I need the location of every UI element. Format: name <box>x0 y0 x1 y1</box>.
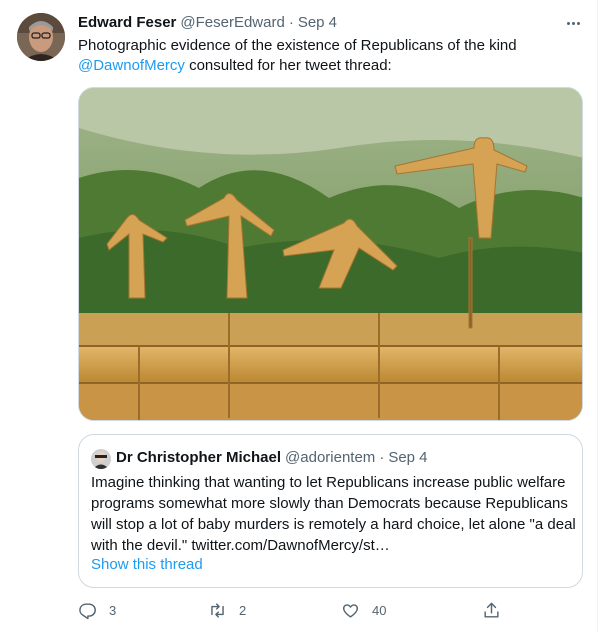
more-icon <box>576 21 580 25</box>
like-count: 40 <box>372 602 387 618</box>
tweet-text: Photographic evidence of the existence o… <box>78 36 578 76</box>
retweet-button[interactable]: 2 <box>208 598 246 622</box>
quoted-tweet[interactable]: Dr Christopher Michael @adorientem · Sep… <box>78 434 583 588</box>
author-name[interactable]: Edward Feser <box>78 13 176 33</box>
like-icon <box>342 603 359 618</box>
header-separator: · <box>288 14 294 31</box>
quoted-header: Dr Christopher Michael @adorientem · Sep… <box>116 448 428 468</box>
quoted-avatar[interactable] <box>91 449 111 469</box>
reply-icon <box>79 602 96 619</box>
author-handle[interactable]: @FeserEdward <box>180 13 284 33</box>
tweet-photo[interactable] <box>78 87 583 421</box>
tweet-date[interactable]: Sep 4 <box>298 13 337 33</box>
like-button[interactable]: 40 <box>341 598 386 622</box>
quoted-author-name[interactable]: Dr Christopher Michael <box>116 448 281 468</box>
quoted-date[interactable]: Sep 4 <box>388 448 427 468</box>
retweet-count: 2 <box>239 602 247 618</box>
share-button[interactable] <box>482 598 501 622</box>
show-thread-link[interactable]: Show this thread <box>91 555 203 575</box>
mention-link[interactable]: @DawnofMercy <box>78 57 185 74</box>
action-bar: 3 2 40 <box>78 598 583 622</box>
quoted-text: Imagine thinking that wanting to let Rep… <box>91 474 576 554</box>
quoted-author-handle[interactable]: @adorientem <box>285 448 375 468</box>
share-icon <box>484 602 499 618</box>
tweet[interactable]: Edward Feser @FeserEdward · Sep 4 Photog… <box>0 0 598 631</box>
more-icon <box>566 21 570 25</box>
tweet-text-before: Photographic evidence of the existence o… <box>78 37 517 54</box>
retweet-icon <box>211 602 224 618</box>
quoted-header-separator: · <box>379 449 385 466</box>
reply-count: 3 <box>109 602 117 618</box>
reply-button[interactable]: 3 <box>78 598 116 622</box>
more-button[interactable] <box>562 12 584 34</box>
tweet-header: Edward Feser @FeserEdward · Sep 4 <box>78 13 337 33</box>
tweet-text-after: consulted for her tweet thread: <box>184 57 392 74</box>
more-icon <box>571 21 575 25</box>
avatar[interactable] <box>17 13 65 61</box>
